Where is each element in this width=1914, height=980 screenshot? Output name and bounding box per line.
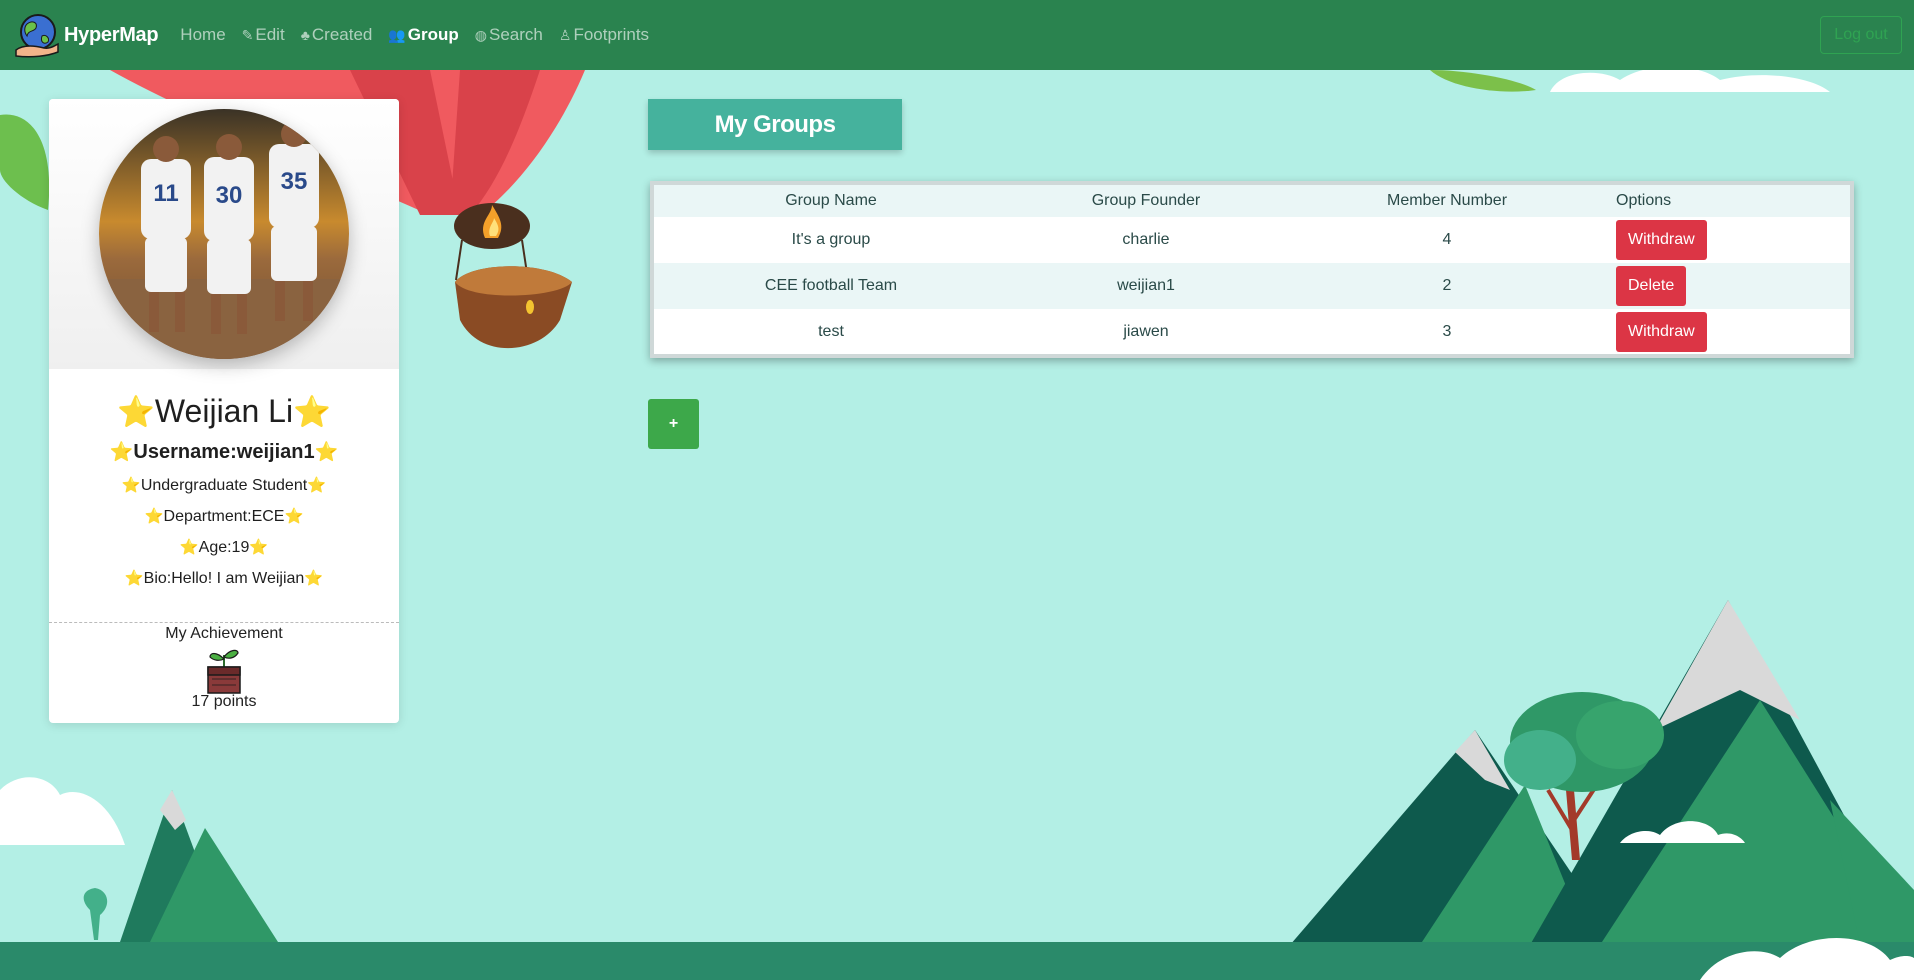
profile-bio: ⭐Bio:Hello! I am Weijian⭐ — [49, 569, 399, 588]
avatar-jersey-number: 11 — [153, 180, 178, 207]
group-icon: 👥 — [388, 26, 406, 43]
delete-button[interactable]: Delete — [1616, 266, 1687, 306]
cell-member-number: 4 — [1442, 231, 1452, 248]
achievement-title: My Achievement — [165, 625, 283, 642]
leaf-decoration — [0, 114, 50, 210]
cell-group-founder: weijian1 — [1008, 263, 1284, 309]
profile-name: ⭐Weijian Li⭐ — [49, 393, 399, 430]
star-icon: ⭐ — [179, 539, 199, 556]
tree-icon: ♣ — [300, 27, 310, 43]
star-icon: ⭐ — [144, 508, 164, 525]
profile-role: ⭐Undergraduate Student⭐ — [49, 476, 399, 495]
star-icon: ⭐ — [293, 395, 331, 429]
groups-table-container: Group Name Group Founder Member Number O… — [650, 181, 1854, 358]
cell-group-name: CEE football Team — [654, 263, 1008, 309]
withdraw-button[interactable]: Withdraw — [1616, 312, 1707, 352]
avatar-jersey-number: 35 — [281, 168, 308, 195]
star-icon: ⭐ — [109, 442, 134, 463]
nav-created-label: Created — [311, 25, 373, 44]
cell-member-number: 2 — [1284, 263, 1610, 309]
star-icon: ⭐ — [314, 442, 339, 463]
nav-search[interactable]: ◍ Search — [475, 25, 543, 45]
header-group-founder: Group Founder — [1008, 185, 1284, 217]
person-icon: ♙ — [558, 26, 572, 43]
table-row: test jiawen 3 Withdraw — [654, 309, 1850, 355]
nav-group-label: Group — [407, 25, 459, 44]
cell-options: Delete — [1610, 263, 1850, 309]
achievement-points: 17 points — [191, 693, 257, 710]
cloud-decoration — [0, 777, 125, 845]
header-group-name: Group Name — [654, 185, 1008, 217]
nav-home-label: Home — [180, 25, 226, 44]
mountain-decoration — [83, 790, 278, 942]
profile-username-text: Username:weijian1 — [133, 441, 315, 463]
brand-name: HyperMap — [64, 23, 159, 46]
profile-card: 11 30 35 ⭐Weijian Li⭐ ⭐Username:weijian1… — [49, 99, 399, 723]
cell-group-name: test — [818, 323, 844, 340]
top-navbar: HyperMap Home ✎ Edit ♣ Created 👥 Group ◍… — [0, 0, 1914, 70]
avatar-area: 11 30 35 — [49, 99, 399, 369]
table-row: It's a group charlie 4 Withdraw — [654, 217, 1850, 263]
profile-role-text: Undergraduate Student — [140, 477, 308, 494]
avatar-image: 11 30 35 — [99, 109, 349, 359]
nav-home[interactable]: Home — [180, 25, 225, 45]
cell-group-name: It's a group — [791, 231, 871, 248]
header-options: Options — [1610, 185, 1850, 217]
nav-footprints-label: Footprints — [573, 25, 650, 44]
achievement-section: My Achievement 17 points — [49, 622, 399, 711]
nav-created[interactable]: ♣ Created — [301, 25, 373, 45]
header-member-number: Member Number — [1284, 185, 1610, 217]
profile-department-text: Department:ECE — [163, 508, 285, 525]
cell-options: Withdraw — [1610, 309, 1850, 355]
nav-edit-label: Edit — [255, 25, 285, 44]
ground-strip — [0, 942, 1914, 980]
profile-name-text: Weijian Li — [154, 393, 294, 429]
star-icon: ⭐ — [121, 477, 141, 494]
logout-button[interactable]: Log out — [1820, 16, 1902, 54]
nav-edit[interactable]: ✎ Edit — [242, 25, 285, 45]
add-group-button[interactable]: + — [648, 399, 699, 449]
withdraw-button[interactable]: Withdraw — [1616, 220, 1707, 260]
nav-footprints[interactable]: ♙ Footprints — [559, 25, 649, 45]
cell-options: Withdraw — [1610, 217, 1850, 263]
star-icon: ⭐ — [284, 508, 304, 525]
cell-group-founder: charlie — [1122, 231, 1170, 248]
star-icon: ⭐ — [124, 570, 144, 587]
profile-age: ⭐Age:19⭐ — [49, 538, 399, 557]
nav-search-label: Search — [489, 25, 543, 44]
star-icon: ⭐ — [304, 570, 324, 587]
star-icon: ⭐ — [117, 395, 155, 429]
brand-link[interactable]: HyperMap — [14, 12, 159, 58]
profile-age-text: Age:19 — [198, 539, 250, 556]
profile-username: ⭐Username:weijian1⭐ — [49, 440, 399, 464]
edit-icon: ✎ — [241, 26, 254, 43]
cell-group-founder: jiawen — [1123, 323, 1169, 340]
avatar-jersey-number: 30 — [216, 182, 243, 209]
table-header-row: Group Name Group Founder Member Number O… — [654, 185, 1850, 217]
sprout-chest-icon — [207, 649, 241, 694]
star-icon: ⭐ — [249, 539, 269, 556]
globe-hand-logo-icon — [15, 14, 59, 58]
table-row: CEE football Team weijian1 2 Delete — [654, 263, 1850, 309]
profile-bio-text: Bio:Hello! I am Weijian — [143, 570, 305, 587]
cloud-decoration — [1550, 66, 1830, 92]
profile-department: ⭐Department:ECE⭐ — [49, 507, 399, 526]
avatar: 11 30 35 — [99, 109, 349, 359]
cell-member-number: 3 — [1442, 323, 1452, 340]
star-icon: ⭐ — [307, 477, 327, 494]
groups-table: Group Name Group Founder Member Number O… — [654, 185, 1850, 355]
nav-group[interactable]: 👥 Group — [388, 25, 458, 45]
leaf-decoration — [1430, 70, 1536, 92]
globe-icon: ◍ — [474, 26, 488, 43]
my-groups-title: My Groups — [648, 99, 902, 150]
nav-links: Home ✎ Edit ♣ Created 👥 Group ◍ Search ♙… — [180, 25, 665, 45]
